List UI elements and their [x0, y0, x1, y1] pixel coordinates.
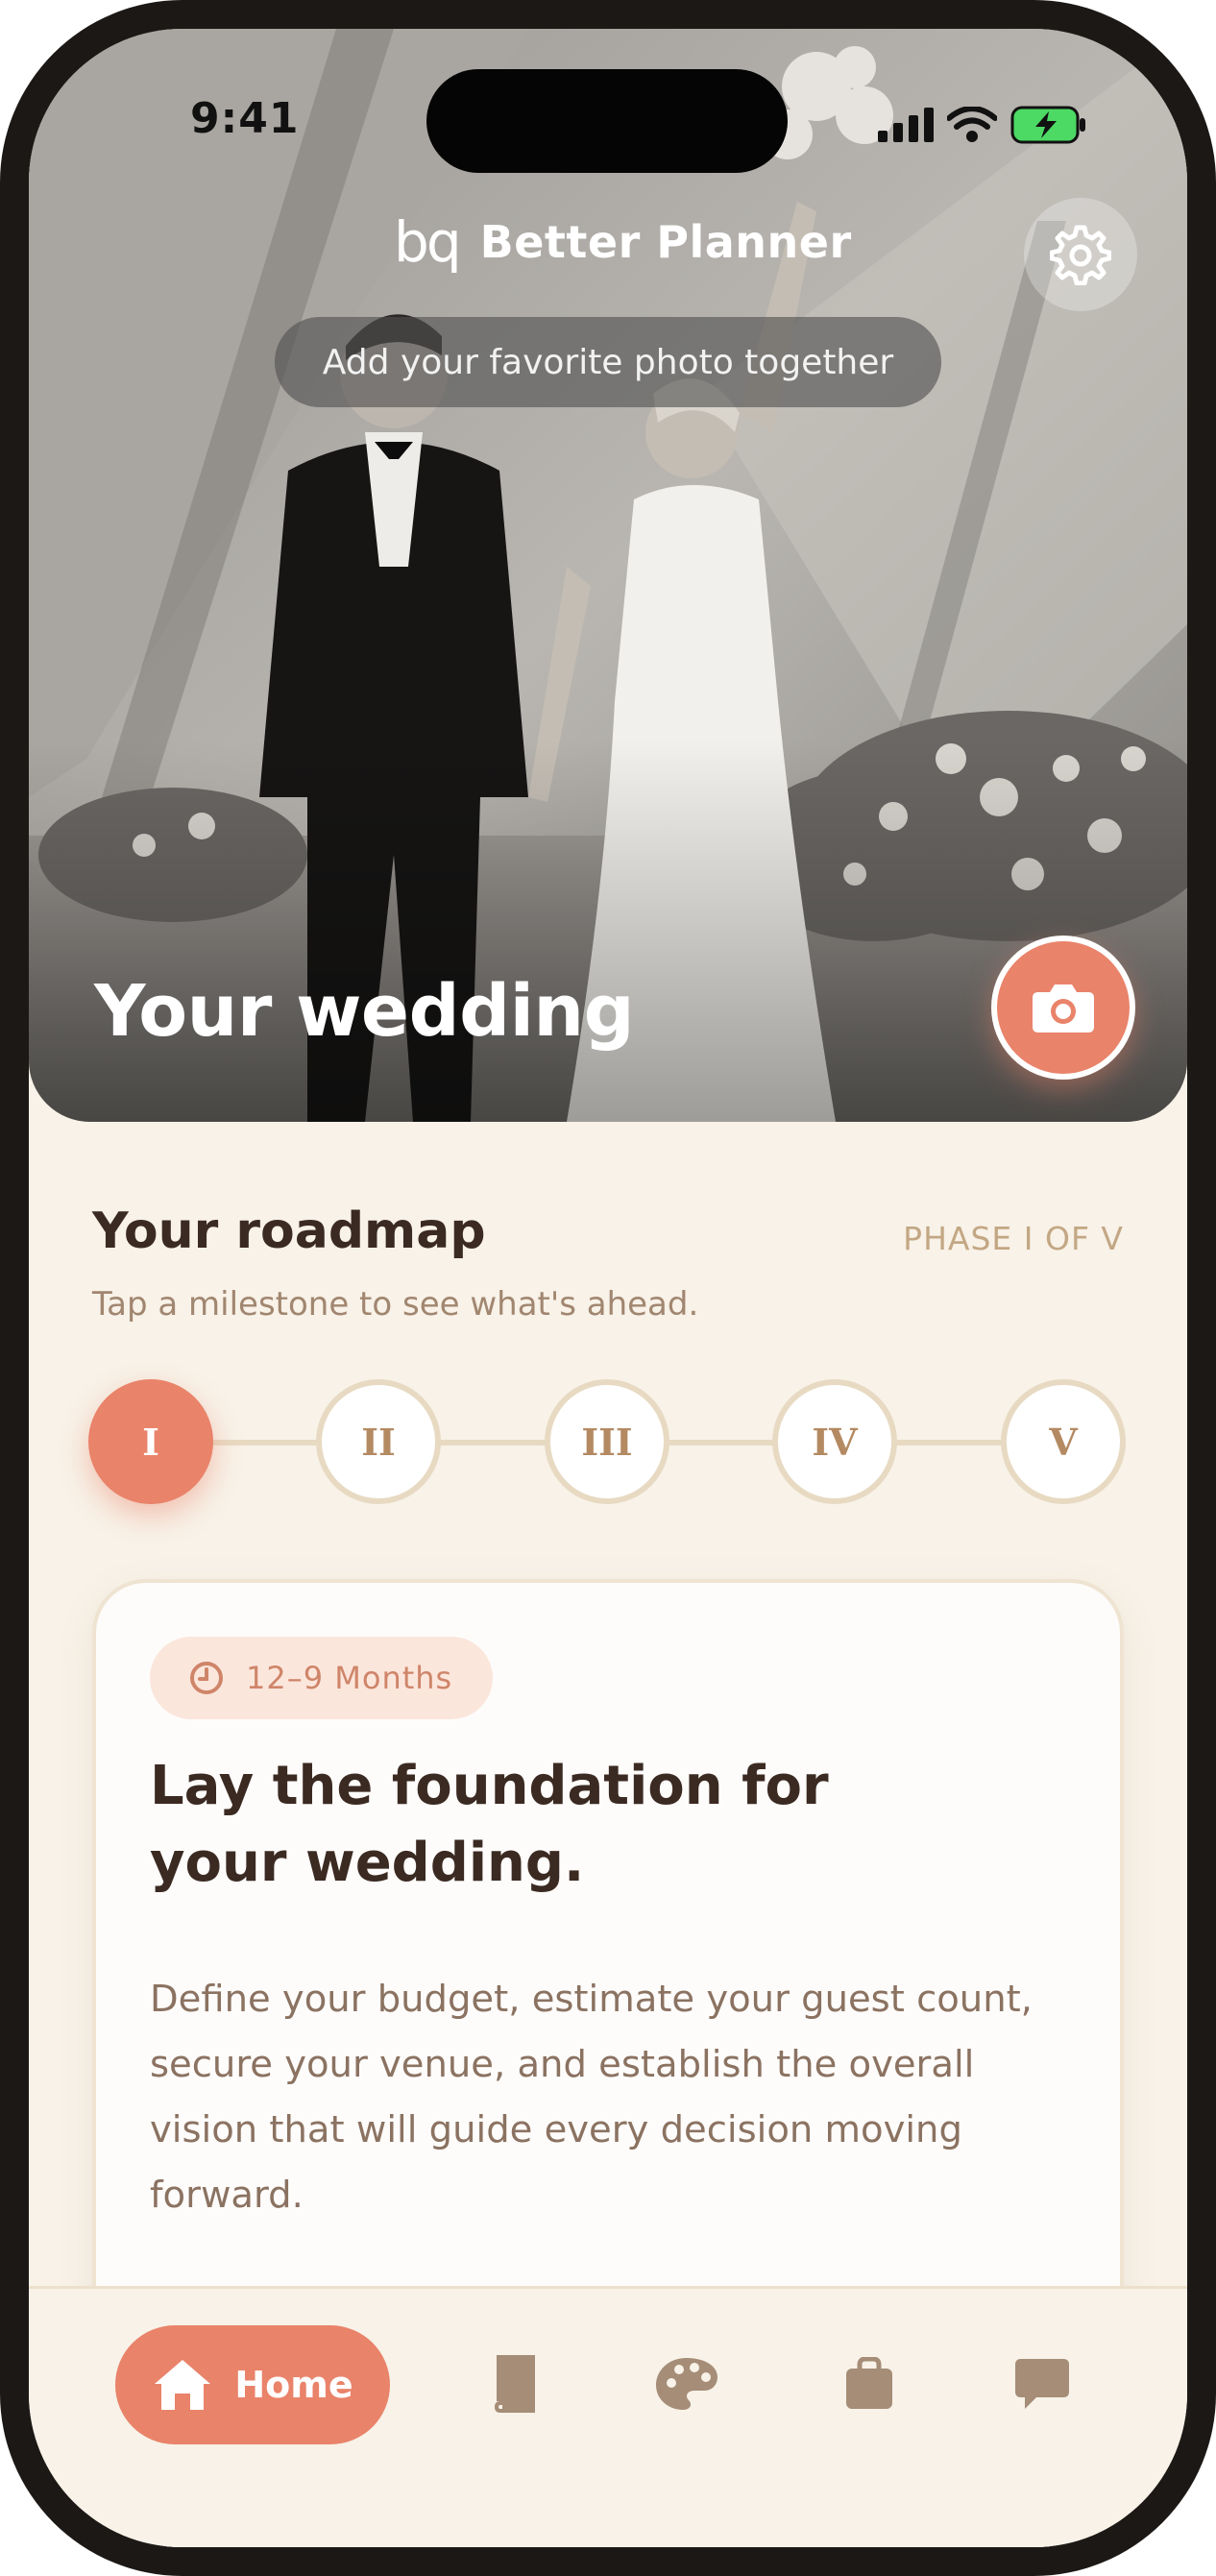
- milestone-1[interactable]: I: [88, 1379, 213, 1504]
- timeframe-label: 12–9 Months: [246, 1660, 453, 1696]
- bag-icon: [846, 2357, 892, 2409]
- phase-indicator: PHASE I OF V: [903, 1220, 1124, 1257]
- chat-icon: [1015, 2359, 1069, 2409]
- roadmap-title: Your roadmap: [92, 1203, 486, 1260]
- wifi-icon: [947, 107, 997, 142]
- tab-home-label: Home: [234, 2364, 353, 2406]
- tab-messages[interactable]: [1009, 2350, 1076, 2418]
- milestone-5[interactable]: V: [1001, 1379, 1126, 1504]
- tab-guide[interactable]: [480, 2350, 547, 2418]
- change-photo-button[interactable]: [991, 936, 1135, 1080]
- status-icons: [878, 106, 1087, 144]
- tab-inspiration[interactable]: [653, 2350, 720, 2418]
- phase-description: Define your budget, estimate your guest …: [150, 1978, 1033, 2217]
- settings-button[interactable]: [1024, 198, 1137, 311]
- battery-icon: [1010, 106, 1085, 144]
- dynamic-island: [426, 69, 788, 173]
- bottom-tab-bar: Home: [29, 2286, 1187, 2547]
- brand-name: Better Planner: [479, 216, 852, 268]
- cellular-signal-icon: [878, 108, 934, 142]
- roadmap-subtitle: Tap a milestone to see what's ahead.: [92, 1285, 699, 1324]
- roadmap-timeline: I II III IV V: [88, 1379, 1126, 1504]
- phase-heading: Lay the foundation for your wedding.: [150, 1755, 829, 1894]
- palette-icon: [656, 2358, 717, 2410]
- camera-icon: [1033, 984, 1094, 1033]
- milestone-2[interactable]: II: [316, 1379, 441, 1504]
- app-screen: 9:41 bq Better Planner Add your favorite…: [29, 29, 1187, 2547]
- add-photo-prompt[interactable]: Add your favorite photo together: [275, 317, 941, 407]
- timeframe-badge: 12–9 Months: [150, 1637, 494, 1719]
- home-icon: [155, 2360, 211, 2410]
- book-icon: [494, 2355, 535, 2413]
- milestone-3[interactable]: III: [545, 1379, 669, 1504]
- hero-banner: 9:41 bq Better Planner Add your favorite…: [29, 29, 1187, 1122]
- phone-frame: 9:41 bq Better Planner Add your favorite…: [0, 0, 1216, 2576]
- clock-icon: [190, 1662, 223, 1694]
- gear-icon: [1050, 225, 1111, 285]
- status-time: 9:41: [190, 94, 300, 143]
- tab-home[interactable]: Home: [115, 2325, 390, 2444]
- milestone-4[interactable]: IV: [772, 1379, 897, 1504]
- app-brand: bq Better Planner: [394, 209, 852, 275]
- brand-logo: bq: [394, 209, 462, 275]
- hero-title: Your wedding: [94, 970, 635, 1053]
- tab-vendors[interactable]: [836, 2350, 903, 2418]
